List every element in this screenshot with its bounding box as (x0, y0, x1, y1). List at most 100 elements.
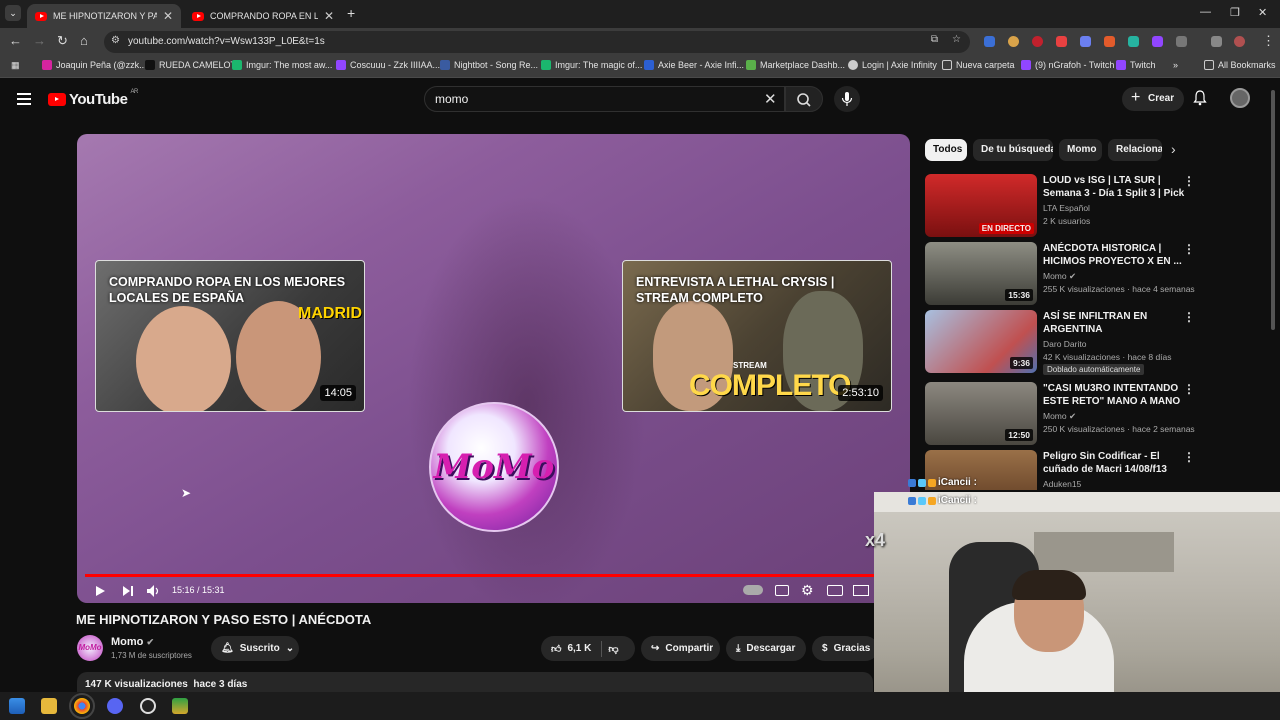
all-bookmarks[interactable]: All Bookmarks (1204, 60, 1276, 70)
extension-record-icon[interactable] (1032, 36, 1043, 47)
play-icon[interactable] (93, 581, 107, 601)
end-card-thumbnail-face (136, 306, 231, 411)
tab-second[interactable]: COMPRANDO ROPA EN LO ✕ (184, 4, 342, 28)
browser-menu-icon[interactable]: ⋮ (1262, 33, 1275, 49)
create-button[interactable]: Crear (1122, 87, 1184, 111)
new-tab-button[interactable]: + (347, 5, 355, 21)
windows-start-icon[interactable] (9, 698, 25, 714)
tab-active[interactable]: ME HIPNOTIZARON Y PASO ESTO ✕ (27, 4, 181, 28)
bookmark-item[interactable]: (9) nGrafoh - Twitch (1021, 60, 1114, 70)
tab-search-icon[interactable]: ⌄ (5, 5, 21, 21)
extension-badge-icon[interactable] (1056, 36, 1067, 47)
address-bar[interactable]: ⚙ youtube.com/watch?v=Wsw133P_L0E&t=1s ⧉… (104, 31, 970, 53)
download-button[interactable]: ⤓ Descargar (726, 636, 806, 661)
forward-icon[interactable]: → (33, 33, 46, 48)
chip-from-search[interactable]: De tu búsqueda (973, 139, 1053, 161)
extension-twitch-icon[interactable] (1152, 36, 1163, 47)
thanks-button[interactable]: $ Gracias (812, 636, 878, 661)
extension-wave-icon[interactable] (1080, 36, 1091, 47)
page-scrollbar[interactable] (1271, 90, 1275, 330)
extension-fire-icon[interactable] (1104, 36, 1115, 47)
account-avatar[interactable] (1230, 88, 1250, 108)
more-options-icon[interactable]: ⋮ (1183, 242, 1195, 256)
obs-icon[interactable] (140, 698, 156, 714)
youtube-logo[interactable]: YouTube AR (48, 89, 138, 108)
discord-icon[interactable] (107, 698, 123, 714)
notifications-bell-icon[interactable] (1193, 90, 1207, 106)
autoplay-toggle[interactable] (743, 585, 763, 595)
chip-momo[interactable]: Momo (1059, 139, 1102, 161)
bookmark-item[interactable]: Nightbot - Song Re... (440, 60, 538, 70)
search-input[interactable]: momo (424, 86, 785, 112)
end-card-duration: 2:53:10 (838, 385, 883, 401)
apps-grid-icon[interactable]: ▦ (11, 60, 20, 71)
home-icon[interactable]: ⌂ (80, 33, 88, 48)
extension-shield-icon[interactable] (984, 36, 995, 47)
volume-icon[interactable] (146, 581, 160, 601)
recommendation-item[interactable]: Peligro Sin Codificar - El cuñado de Mac… (925, 450, 1275, 490)
bookmark-item[interactable]: Axie Beer - Axie Infi... (644, 60, 744, 70)
more-options-icon[interactable]: ⋮ (1183, 382, 1195, 396)
bookmark-item[interactable]: Coscuuu - Zzk IIIIAA... (336, 60, 440, 70)
tab-close-icon[interactable]: ✕ (163, 9, 173, 23)
settings-gear-icon[interactable]: ⚙ (801, 582, 814, 602)
channel-subscribe-endcard[interactable]: MoMo (429, 402, 559, 532)
bookmark-star-icon[interactable]: ☆ (952, 34, 961, 45)
minimize-icon[interactable]: — (1200, 6, 1211, 18)
chip-related[interactable]: Relacionado (1108, 139, 1162, 161)
profile-icon[interactable] (1234, 36, 1245, 47)
more-options-icon[interactable]: ⋮ (1183, 174, 1195, 188)
bookmark-item[interactable]: Login | Axie Infinity (848, 60, 937, 70)
extensions-puzzle-icon[interactable] (1176, 36, 1187, 47)
recommendation-meta: 42 K visualizaciones · hace 8 días (1043, 352, 1172, 362)
bookmark-item[interactable]: Marketplace Dashb... (746, 60, 845, 70)
theater-mode-icon[interactable] (853, 585, 869, 596)
progress-bar[interactable] (85, 574, 902, 577)
reload-icon[interactable]: ↻ (57, 33, 68, 49)
restore-icon[interactable]: ❐ (1230, 6, 1240, 19)
recommendation-item[interactable]: 12:50 "CASI MU3RO INTENTANDO ESTE RETO" … (925, 382, 1275, 446)
more-options-icon[interactable]: ⋮ (1183, 310, 1195, 324)
bookmark-item[interactable]: RUEDA CAMELOT (145, 60, 236, 70)
channel-avatar[interactable]: MoMo (77, 635, 103, 661)
chrome-icon[interactable] (69, 693, 95, 719)
chevron-right-icon[interactable]: › (1171, 141, 1176, 157)
voice-search-button[interactable] (834, 86, 860, 112)
hamburger-menu-icon[interactable] (17, 93, 31, 108)
more-options-icon[interactable]: ⋮ (1183, 450, 1195, 464)
video-player[interactable]: COMPRANDO ROPA EN LOS MEJORES LOCALES DE… (77, 134, 910, 603)
recommendation-item[interactable]: 15:36 ANÉCDOTA HISTORICA | HICIMOS PROYE… (925, 242, 1275, 306)
end-card-video-2[interactable]: ENTREVISTA A LETHAL CRYSIS | STREAM COMP… (622, 260, 892, 412)
chip-all[interactable]: Todos (925, 139, 967, 161)
search-button[interactable] (785, 86, 823, 112)
file-explorer-icon[interactable] (41, 698, 57, 714)
media-control-icon[interactable] (1211, 36, 1222, 47)
bookmark-item[interactable]: Imgur: The magic of... (541, 60, 642, 70)
end-card-video-1[interactable]: COMPRANDO ROPA EN LOS MEJORES LOCALES DE… (95, 260, 365, 412)
bookmark-folder[interactable]: Nueva carpeta (942, 60, 1015, 70)
recommendation-item[interactable]: EN DIRECTO LOUD vs ISG | LTA SUR | Seman… (925, 174, 1275, 238)
clear-search-icon[interactable]: ✕ (764, 90, 777, 108)
site-info-icon[interactable]: ⚙ (111, 35, 120, 46)
recommendation-item[interactable]: 9:36 ASÍ SE INFILTRAN EN ARGENTINA Daro … (925, 310, 1275, 375)
extension-tool-icon[interactable] (1128, 36, 1139, 47)
bookmark-item[interactable]: Joaquin Peña (@zzk... (42, 60, 147, 70)
close-window-icon[interactable]: ✕ (1258, 6, 1267, 19)
bookmarks-overflow-icon[interactable]: » (1173, 60, 1178, 70)
back-icon[interactable]: ← (9, 33, 22, 48)
extension-coin-icon[interactable] (1008, 36, 1019, 47)
subscribed-button[interactable]: 🔔︎ Suscrito ⌄ (211, 636, 299, 661)
subtitles-icon[interactable] (775, 585, 789, 596)
like-button[interactable]: 👍︎ 6,1 K 👎︎ (541, 636, 635, 661)
channel-name[interactable]: Momo ✔ (111, 636, 154, 648)
bookmark-item[interactable]: Imgur: The most aw... (232, 60, 332, 70)
app-icon[interactable] (172, 698, 188, 714)
youtube-favicon-icon (35, 11, 47, 21)
tab-close-icon[interactable]: ✕ (324, 9, 334, 23)
share-button[interactable]: ↪ Compartir (641, 636, 720, 661)
install-icon[interactable]: ⧉ (931, 34, 938, 45)
miniplayer-icon[interactable] (827, 585, 843, 596)
recommendation-meta: 250 K visualizaciones · hace 2 semanas (1043, 424, 1195, 434)
bookmark-item[interactable]: Twitch (1116, 60, 1156, 70)
next-icon[interactable] (121, 581, 135, 601)
